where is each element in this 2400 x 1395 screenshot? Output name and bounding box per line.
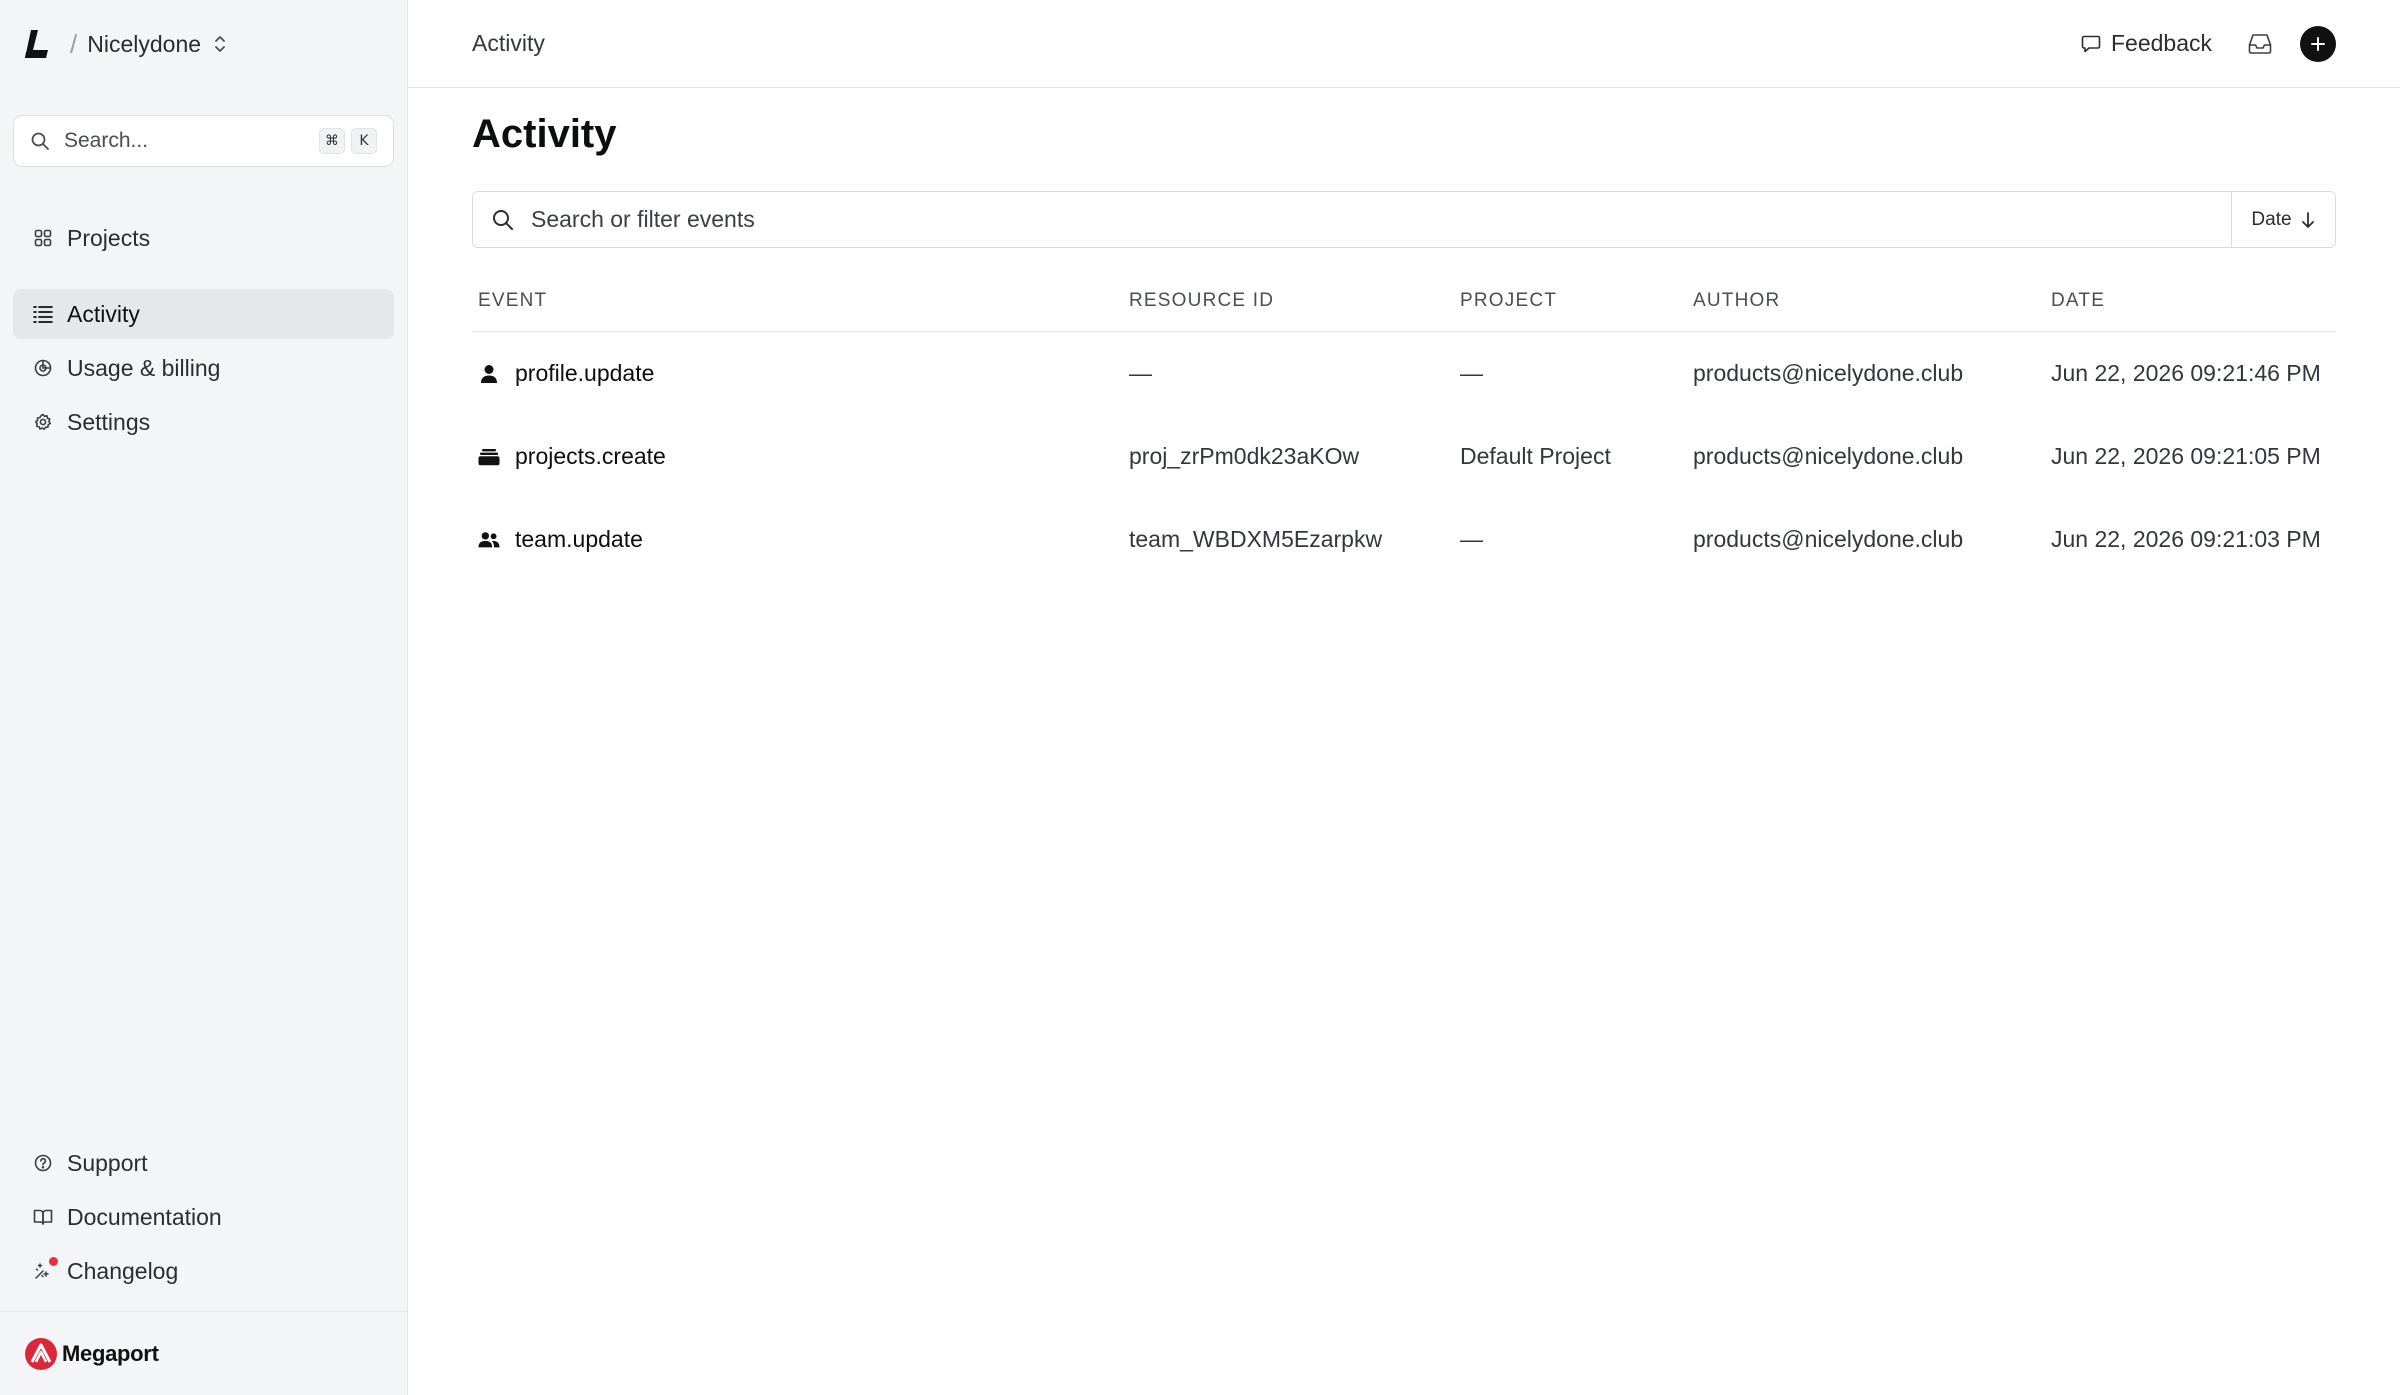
shortcut-key-k: K [351,128,377,154]
column-header-event[interactable]: EVENT [478,290,547,312]
inbox-icon[interactable] [2248,33,2272,55]
top-bar: Activity Feedback [408,0,2400,88]
sidebar-item-label: Documentation [67,1203,222,1230]
arrow-down-icon [2301,211,2314,228]
table-header: EVENT RESOURCE ID PROJECT AUTHOR DATE [472,272,2336,332]
sidebar-item-label: Projects [67,224,151,251]
event-search-input[interactable]: Search or filter events [473,192,2231,247]
table-row[interactable]: projects.create proj_zrPm0dk23aKOw Defau… [472,415,2336,498]
breadcrumb: Activity [472,30,545,56]
sidebar-item-label: Changelog [67,1257,179,1284]
author-cell: products@nicelydone.club [1693,360,1964,386]
shortcut-key-cmd: ⌘ [319,128,345,154]
team-switcher[interactable]: / Nicelydone [24,24,383,64]
event-filter: Search or filter events Date [472,191,2336,248]
sort-date-button[interactable]: Date [2231,192,2335,247]
breadcrumb-separator: / [70,28,78,59]
resource-id-cell: proj_zrPm0dk23aKOw [1129,443,1360,469]
sidebar-item-label: Usage & billing [67,354,221,381]
table-row[interactable]: profile.update — — products@nicelydone.c… [472,332,2336,415]
project-cell: — [1460,360,1483,386]
search-placeholder: Search... [64,129,149,152]
sidebar: / Nicelydone Search... ⌘ K Projects Acti… [0,0,408,1395]
sidebar-item-label: Settings [67,408,151,435]
sidebar-item-support[interactable]: Support [13,1138,394,1188]
help-circle-icon [33,1153,53,1173]
resource-id-cell: — [1129,360,1152,386]
user-icon [478,364,500,384]
create-button[interactable] [2300,25,2336,62]
column-header-author[interactable]: AUTHOR [1693,290,1780,312]
author-cell: products@nicelydone.club [1693,526,1964,552]
date-cell: Jun 22, 2026 09:21:03 PM [2051,526,2321,552]
table-row[interactable]: team.update team_WBDXM5Ezarpkw — product… [472,498,2336,581]
sidebar-item-projects[interactable]: Projects [13,213,394,263]
sidebar-search-input[interactable]: Search... ⌘ K [13,115,394,167]
layers-icon [478,448,500,466]
sidebar-item-label: Activity [67,300,140,327]
date-cell: Jun 22, 2026 09:21:05 PM [2051,443,2321,469]
sidebar-item-changelog[interactable]: Changelog [13,1246,394,1296]
sidebar-item-activity[interactable]: Activity [13,289,394,339]
author-cell: products@nicelydone.club [1693,443,1964,469]
chevron-up-down-icon[interactable] [213,34,227,54]
sidebar-item-settings[interactable]: Settings [13,397,394,447]
activity-table: EVENT RESOURCE ID PROJECT AUTHOR DATE pr… [472,272,2336,581]
event-name: projects.create [515,443,666,469]
sidebar-footer: Megaport [0,1311,407,1395]
list-icon [33,304,53,324]
feedback-button[interactable]: Feedback [2081,30,2212,57]
event-name: profile.update [515,360,655,386]
sidebar-item-label: Support [67,1149,148,1176]
column-header-project[interactable]: PROJECT [1460,290,1557,312]
feedback-label: Feedback [2110,30,2212,56]
sparkles-icon [33,1257,58,1281]
grid-icon [33,228,53,248]
team-name[interactable]: Nicelydone [87,31,201,58]
event-name: team.update [515,526,643,552]
event-cell: team.update [472,498,643,581]
date-cell: Jun 22, 2026 09:21:46 PM [2051,360,2321,386]
sidebar-item-usage-billing[interactable]: Usage & billing [13,343,394,393]
brand-name: Megaport [62,1340,159,1366]
project-cell: Default Project [1460,443,1611,469]
project-cell: — [1460,526,1483,552]
changelog-badge-dot [49,1257,58,1266]
column-header-resource-id[interactable]: RESOURCE ID [1129,290,1274,312]
plus-icon [2311,36,2325,51]
search-icon [30,131,50,151]
event-search-placeholder: Search or filter events [531,206,755,232]
megaport-logo[interactable]: Megaport [24,1337,159,1371]
column-header-date[interactable]: DATE [2051,290,2105,312]
sort-label: Date [2251,208,2292,230]
page-title: Activity [472,112,617,156]
search-icon [491,208,515,232]
gear-icon [33,412,53,432]
users-icon [478,531,500,549]
app-logo-icon[interactable] [24,27,54,61]
message-icon [2081,35,2101,52]
chart-pie-icon [33,358,53,378]
event-cell: profile.update [472,332,654,415]
book-icon [33,1207,53,1227]
resource-id-cell: team_WBDXM5Ezarpkw [1129,526,1383,552]
sidebar-item-documentation[interactable]: Documentation [13,1192,394,1242]
event-cell: projects.create [472,415,666,498]
